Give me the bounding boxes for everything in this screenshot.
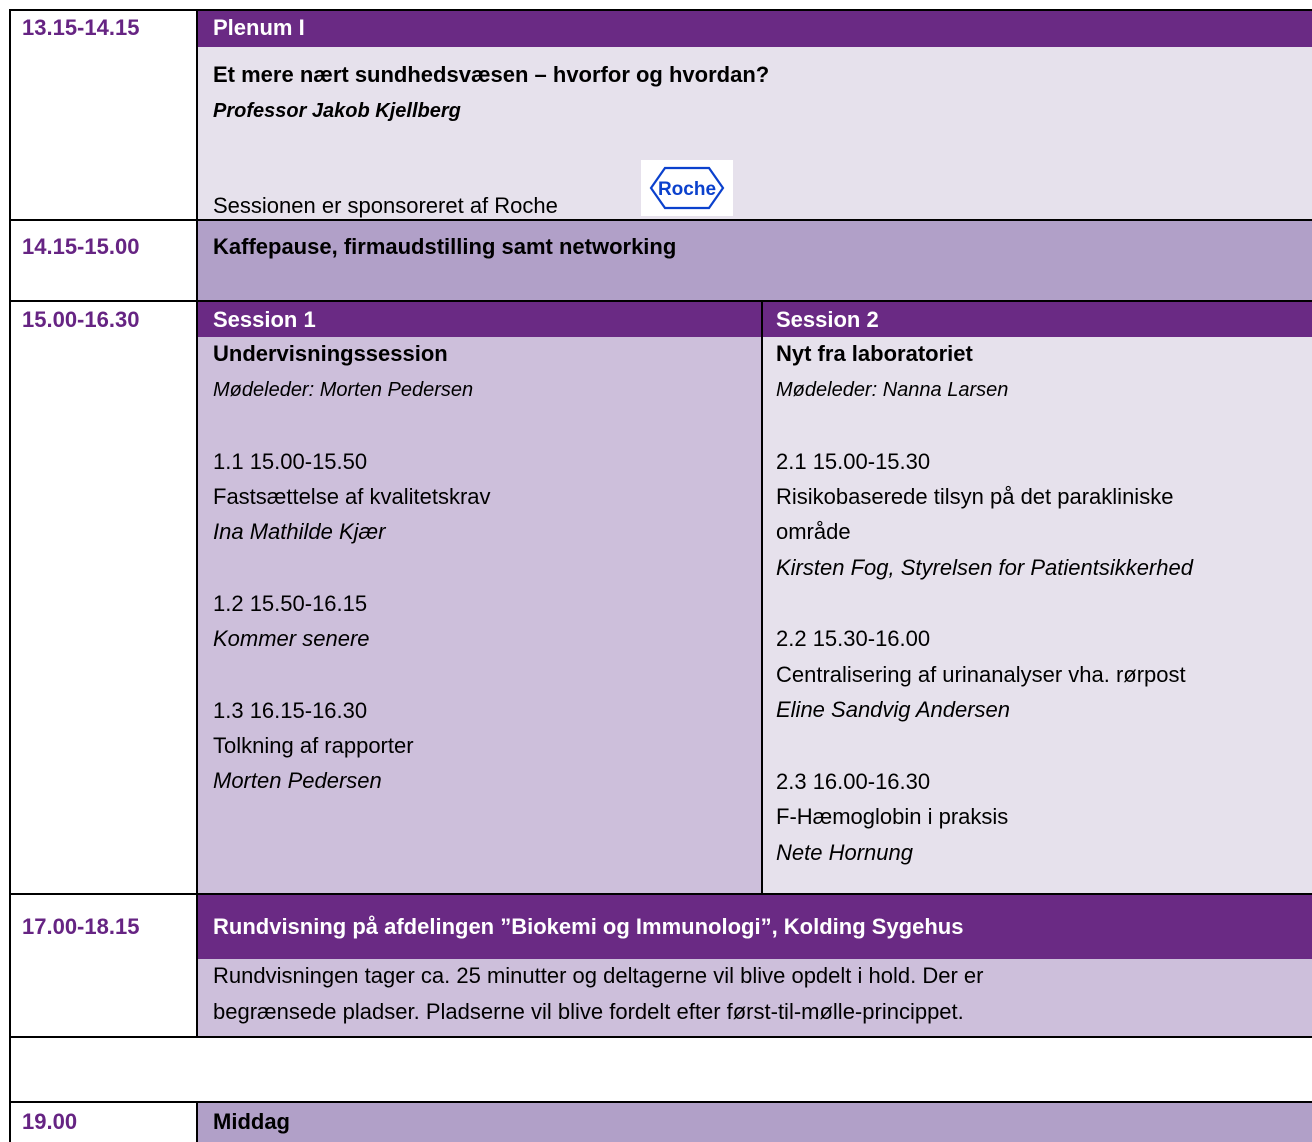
talk-speaker: Kirsten Fog, Styrelsen for Patientsikker… [776,555,1193,580]
talk-speaker: Kommer senere [213,626,370,651]
grid-line [9,1036,1312,1038]
talk-slot: 2.2 15.30-16.00 [776,626,931,651]
plenum-header: Plenum I [213,15,305,40]
talk-speaker: Morten Pedersen [213,768,382,793]
talk-speaker: Nete Hornung [776,840,913,865]
grid-line [196,9,198,1038]
session1-title: Undervisningssession [213,341,448,366]
break-time: 14.15-15.00 [22,234,140,259]
grid-line [9,893,1312,895]
talk-speaker: Ina Mathilde Kjær [213,519,386,544]
roche-logo: Roche [641,160,733,216]
talk-slot: 1.2 15.50-16.15 [213,591,368,616]
sessions-time: 15.00-16.30 [22,307,140,332]
tour-header: Rundvisning på afdelingen ”Biokemi og Im… [213,914,964,939]
talk-title: Risikobaserede tilsyn på det paraklinisk… [776,484,1174,509]
dinner-bar [197,1103,1312,1142]
break-title: Kaffepause, firmaudstilling samt network… [213,234,677,259]
grid-line [9,9,1312,11]
talk-speaker: Eline Sandvig Andersen [776,697,1011,722]
grid-line [9,219,1312,221]
talk-title: Tolkning af rapporter [213,733,414,758]
plenum-header-bar [197,10,1312,47]
plenum-speaker: Professor Jakob Kjellberg [213,100,461,122]
roche-logo-icon: Roche [649,166,725,210]
session1-moderator: Mødeleder: Morten Pedersen [213,379,474,401]
session2-title: Nyt fra laboratoriet [776,341,973,366]
tour-time: 17.00-18.15 [22,914,140,939]
grid-line [9,9,11,1142]
session1-header: Session 1 [213,307,316,332]
talk-slot: 2.3 16.00-16.30 [776,769,931,794]
talk-slot: 1.1 15.00-15.50 [213,449,368,474]
dinner-time: 19.00 [22,1109,78,1134]
session2-header: Session 2 [776,307,879,332]
grid-line [9,1101,1312,1103]
talk-slot: 2.1 15.00-15.30 [776,449,931,474]
grid-line [761,300,763,895]
talk-title: område [776,519,851,544]
plenum-title: Et mere nært sundhedsvæsen – hvorfor og … [213,62,770,87]
dinner-title: Middag [213,1109,290,1134]
session2-moderator: Mødeleder: Nanna Larsen [776,379,1009,401]
sponsor-text: Sessionen er sponsoreret af Roche [213,193,558,218]
tour-text: begrænsede pladser. Pladserne vil blive … [213,999,964,1024]
talk-slot: 1.3 16.15-16.30 [213,698,368,723]
plenum-time: 13.15-14.15 [22,15,140,40]
talk-title: Fastsættelse af kvalitetskrav [213,484,491,509]
tour-text: Rundvisningen tager ca. 25 minutter og d… [213,963,984,988]
grid-line [9,300,1312,302]
talk-title: Centralisering af urinanalyser vha. rørp… [776,662,1186,687]
talk-title: F-Hæmoglobin i praksis [776,804,1009,829]
grid-line [196,1101,198,1142]
roche-logo-text: Roche [658,179,716,200]
